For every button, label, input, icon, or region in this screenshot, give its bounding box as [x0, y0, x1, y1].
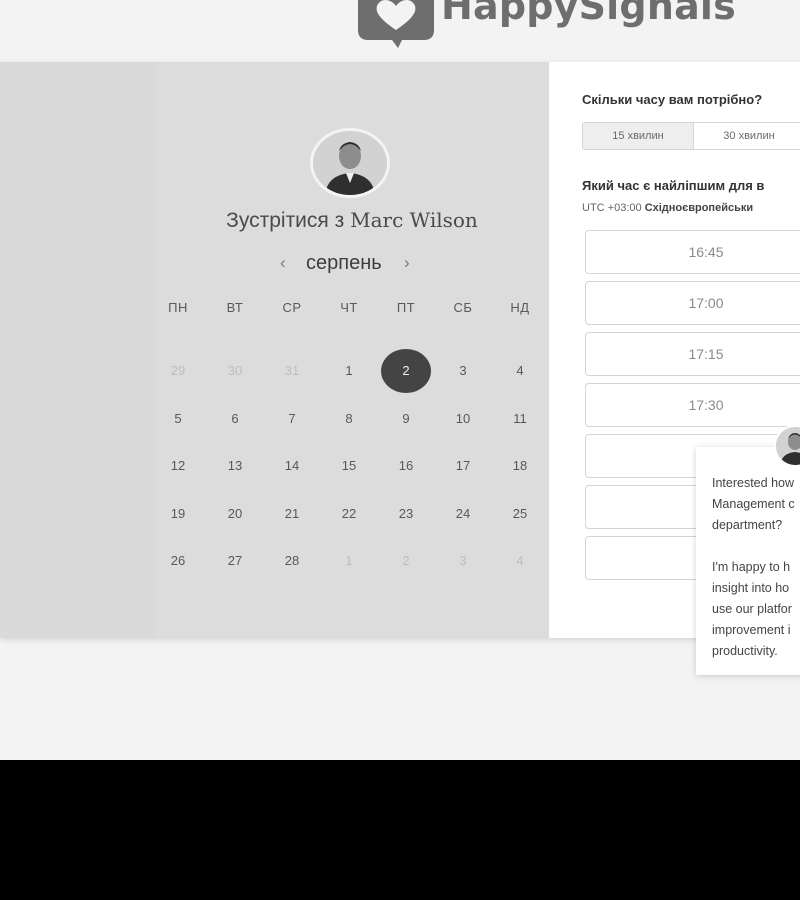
duration-question: Скільки часу вам потрібно?	[582, 92, 763, 107]
person-avatar-icon	[313, 131, 387, 195]
host-name: Marc Wilson	[350, 208, 478, 232]
time-slot-button[interactable]: 16:45	[585, 230, 800, 274]
calendar-day[interactable]: 7	[264, 404, 320, 434]
calendar-day[interactable]: 16	[378, 451, 434, 481]
duration-15-button[interactable]: 15 хвилин	[583, 123, 694, 149]
timezone-name: Східноєвропейськи	[644, 202, 754, 214]
calendar-day[interactable]: 4	[492, 356, 548, 386]
weekday-header: ПТ	[396, 300, 416, 315]
weekday-header: ВТ	[226, 300, 244, 315]
calendar-day[interactable]: 5	[150, 404, 206, 434]
calendar-day[interactable]: 15	[321, 451, 377, 481]
previous-month-chevron-left-icon[interactable]: ‹	[280, 253, 286, 273]
calendar-day[interactable]: 20	[207, 499, 263, 529]
person-avatar-icon	[776, 427, 800, 465]
calendar-day[interactable]: 18	[492, 451, 548, 481]
calendar-day: 1	[345, 553, 353, 568]
host-avatar	[310, 128, 390, 198]
calendar-day[interactable]: 8	[321, 404, 377, 434]
calendar-day[interactable]: 21	[264, 499, 320, 529]
calendar-day[interactable]: 26	[150, 546, 206, 576]
calendar-day[interactable]: 13	[207, 451, 263, 481]
meeting-title-prefix: Зустрітися з	[226, 209, 345, 232]
month-label: серпень	[306, 252, 382, 274]
calendar-day: 31	[284, 363, 300, 378]
timezone-selector[interactable]: UTC +03:00 Східноєвропейськи	[582, 202, 753, 214]
heart-speech-bubble-logo-icon	[358, 0, 434, 48]
time-slot-button[interactable]: 17:15	[585, 332, 800, 376]
calendar-day[interactable]: 22	[321, 499, 377, 529]
calendar-day[interactable]: 14	[264, 451, 320, 481]
calendar-day[interactable]: 1	[321, 356, 377, 386]
calendar-day-selected[interactable]: 2	[378, 349, 434, 393]
page: HappySignals Зустрітися з Marc Wilson ‹	[0, 0, 800, 760]
calendar-day[interactable]: 23	[378, 499, 434, 529]
duration-30-button[interactable]: 30 хвилин	[694, 123, 800, 149]
calendar-day[interactable]: 28	[264, 546, 320, 576]
chat-popup[interactable]: Interested how Management c department? …	[696, 447, 800, 675]
calendar-day[interactable]: 24	[435, 499, 491, 529]
timezone-offset: UTC +03:00	[582, 202, 642, 214]
selected-day-label: 2	[381, 349, 431, 393]
calendar-panel: Зустрітися з Marc Wilson ‹ серпень › ПН В…	[0, 62, 549, 638]
calendar-day: 4	[516, 553, 524, 568]
time-question: Який час є найліпшим для в	[582, 178, 765, 193]
brand-logo-text: HappySignals	[441, 0, 736, 28]
calendar-day: 3	[459, 553, 467, 568]
black-bottom-area	[0, 760, 800, 900]
next-month-chevron-right-icon[interactable]: ›	[404, 253, 410, 273]
scheduler-card: Зустрітися з Marc Wilson ‹ серпень › ПН В…	[0, 62, 800, 638]
calendar-day[interactable]: 17	[435, 451, 491, 481]
weekday-header: ПН	[168, 300, 188, 315]
calendar-day[interactable]: 10	[435, 404, 491, 434]
month-navigation: ‹ серпень ›	[270, 251, 430, 279]
calendar-day[interactable]: 11	[492, 404, 548, 434]
weekday-header: НД	[510, 300, 530, 315]
calendar-day[interactable]: 9	[378, 404, 434, 434]
chat-message: Interested how Management c department? …	[712, 476, 795, 658]
time-slot-button[interactable]: 17:30	[585, 383, 800, 427]
weekday-header: СР	[282, 300, 302, 315]
meeting-title: Зустрітися з Marc Wilson	[155, 208, 549, 233]
calendar-day: 30	[227, 363, 243, 378]
calendar-day: 29	[170, 363, 186, 378]
calendar-day[interactable]: 25	[492, 499, 548, 529]
time-slot-button[interactable]: 17:00	[585, 281, 800, 325]
calendar-day[interactable]: 3	[435, 356, 491, 386]
calendar-day[interactable]: 6	[207, 404, 263, 434]
weekday-header: ЧТ	[340, 300, 358, 315]
calendar-day[interactable]: 19	[150, 499, 206, 529]
duration-selector: 15 хвилин 30 хвилин	[582, 122, 800, 150]
calendar-day[interactable]: 12	[150, 451, 206, 481]
calendar-day: 2	[402, 553, 410, 568]
header: HappySignals	[0, 0, 800, 62]
weekday-header: СБ	[453, 300, 473, 315]
calendar-day[interactable]: 27	[207, 546, 263, 576]
